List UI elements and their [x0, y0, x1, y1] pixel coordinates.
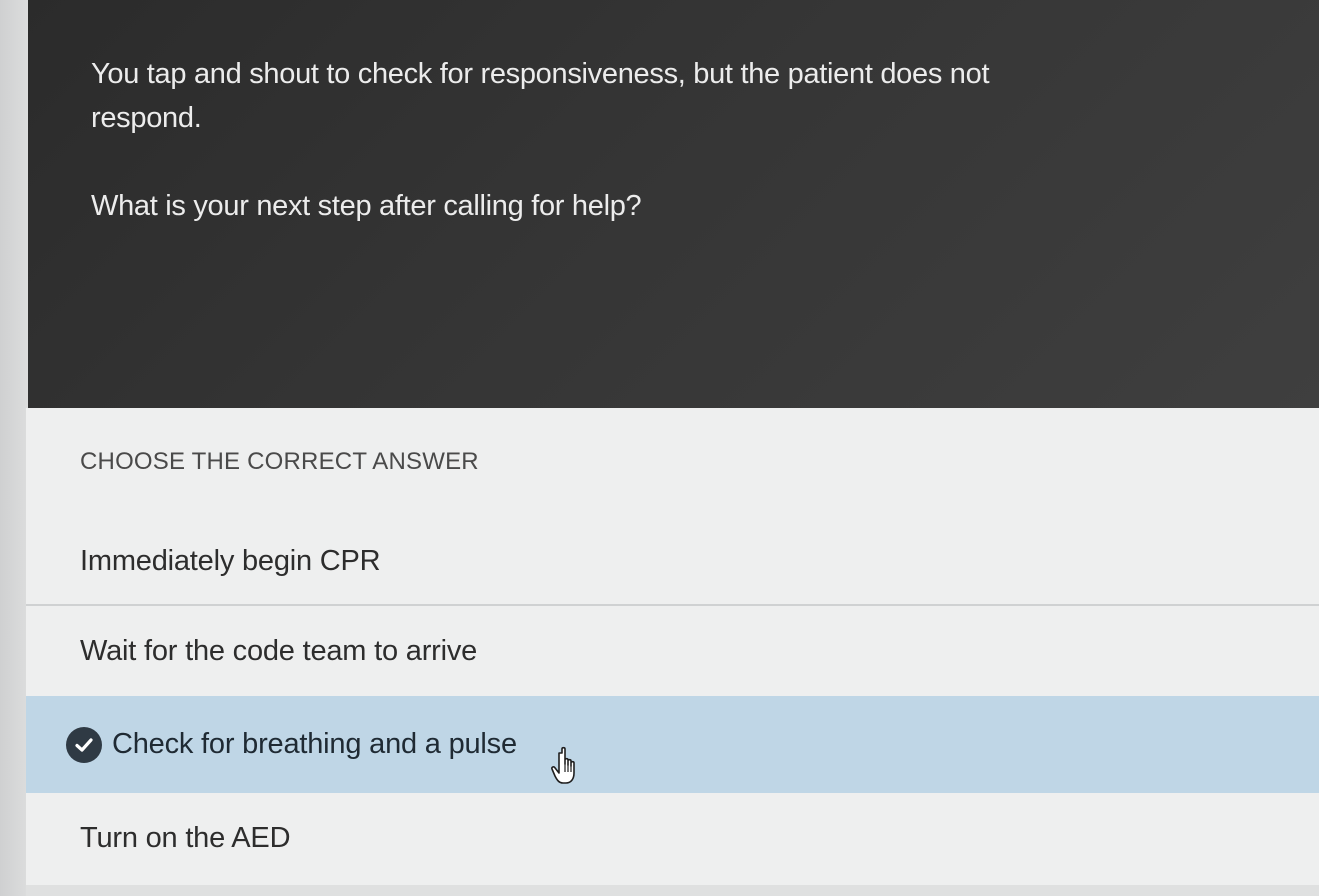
answer-option-turn-on-aed[interactable]: Turn on the AED: [26, 794, 1319, 882]
answers-heading: CHOOSE THE CORRECT ANSWER: [80, 448, 479, 475]
answer-option-wait-for-code-team[interactable]: Wait for the code team to arrive: [26, 606, 1319, 696]
question-prompt: What is your next step after calling for…: [91, 190, 642, 222]
answer-option-label: Turn on the AED: [80, 821, 291, 854]
answer-option-check-breathing-pulse[interactable]: Check for breathing and a pulse: [26, 696, 1319, 793]
answer-option-label: Immediately begin CPR: [80, 544, 381, 577]
question-text: You tap and shout to check for responsiv…: [91, 52, 1031, 228]
answers-panel: CHOOSE THE CORRECT ANSWER Immediately be…: [26, 408, 1319, 885]
question-scenario: You tap and shout to check for responsiv…: [91, 58, 990, 134]
answer-option-begin-cpr[interactable]: Immediately begin CPR: [26, 518, 1319, 606]
answer-option-label: Check for breathing and a pulse: [112, 728, 517, 760]
screen-bezel: [0, 0, 28, 896]
answer-option-label: Wait for the code team to arrive: [80, 634, 478, 667]
screen: You tap and shout to check for responsiv…: [0, 0, 1319, 896]
hand-pointer-icon: [551, 746, 575, 784]
check-circle-icon: [66, 726, 102, 763]
screen-bottom-edge: [26, 885, 1319, 896]
question-panel: You tap and shout to check for responsiv…: [28, 0, 1319, 408]
